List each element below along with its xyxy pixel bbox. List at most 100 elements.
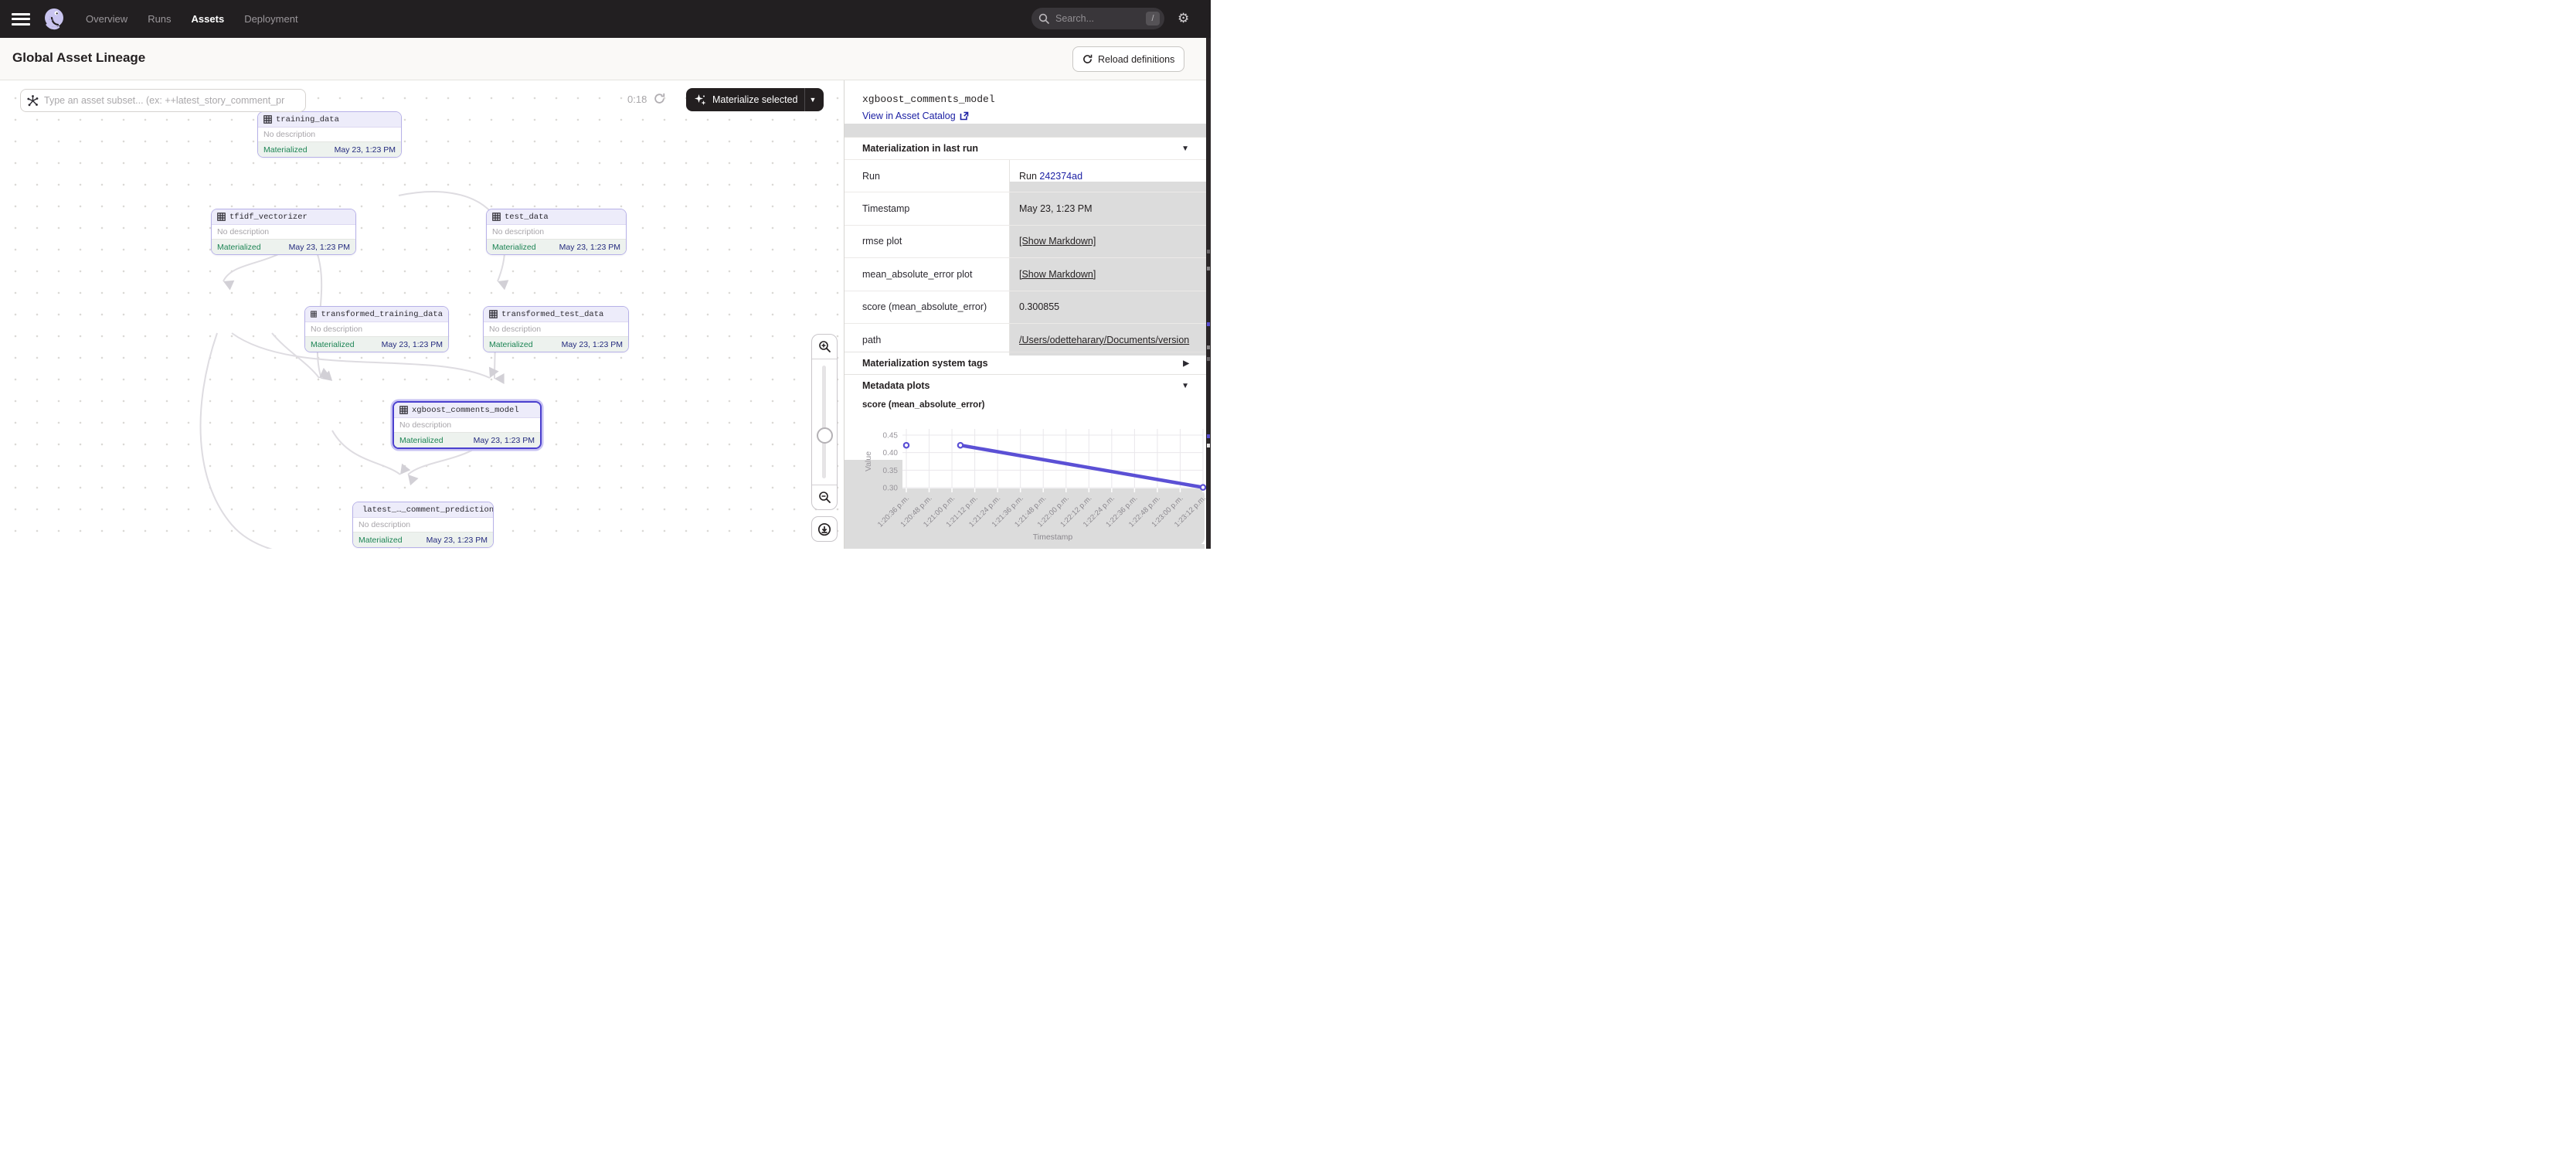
nav-tab-overview[interactable]: Overview [86, 13, 127, 25]
materialize-dropdown-caret[interactable]: ▼ [805, 96, 820, 104]
asset-node-transformed_training_data[interactable]: transformed_training_data No description M… [304, 306, 449, 352]
highlight-band [845, 124, 1207, 137]
path-link[interactable]: /Users/odetteharary/Documents/version [1019, 335, 1189, 345]
table-icon [263, 115, 272, 124]
asset-node-footer: MaterializedMay 23, 1:23 PM [258, 141, 401, 157]
materialization-timestamp: May 23, 1:23 PM [562, 340, 623, 349]
minimap-scrollbar[interactable] [1206, 38, 1211, 549]
table-icon [492, 213, 501, 221]
metadata-label: Timestamp [845, 192, 1009, 224]
page-header: Global Asset Lineage Reload definitions [0, 38, 1211, 80]
download-graph-button[interactable] [811, 516, 838, 542]
asset-node-test_data[interactable]: test_dataNo description Materialized May 2… [486, 209, 627, 255]
section-materialization-in-last-run[interactable]: Materialization in last run ▼ [845, 137, 1207, 159]
nav-tab-deployment[interactable]: Deployment [244, 13, 297, 25]
asset-node-footer: Materialized May 23, 1:23 PM [394, 432, 540, 447]
asset-description: No description [212, 225, 355, 239]
asset-node-footer: Materialized May 23, 1:23 PM [487, 239, 626, 254]
asset-node-transformed_test_data[interactable]: transformed_test_dataNo descriptionMater… [483, 306, 629, 352]
refresh-icon [1082, 54, 1093, 64]
status-badge: Materialized [492, 243, 536, 252]
metadata-row-path: path/Users/odetteharary/Documents/versio… [845, 323, 1207, 356]
metadata-value: 0.300855 [1009, 291, 1207, 323]
asset-name: transformed_test_data [501, 310, 603, 319]
search-input[interactable]: Search... / [1031, 8, 1164, 29]
search-shortcut-badge: / [1146, 12, 1160, 26]
materialization-table: RunRun 242374adTimestampMay 23, 1:23 PMr… [845, 159, 1207, 356]
asset-node-footer: MaterializedMay 23, 1:23 PM [484, 336, 628, 352]
materialization-timestamp: May 23, 1:23 PM [559, 243, 620, 252]
asset-description: No description [353, 518, 493, 532]
nav-tabs: Overview Runs Assets Deployment [86, 13, 298, 25]
data-point[interactable] [904, 443, 909, 447]
x-axis-label: Timestamp [1033, 532, 1073, 542]
metadata-row-rmse-plot: rmse plot [Show Markdown] [845, 225, 1207, 257]
search-icon [1038, 13, 1049, 24]
sparkles-icon [694, 94, 707, 107]
zoom-slider-track[interactable] [822, 366, 826, 478]
show-markdown-link[interactable]: [Show Markdown] [1019, 236, 1096, 247]
materialization-timestamp: May 23, 1:23 PM [427, 536, 488, 545]
data-point[interactable] [958, 443, 963, 447]
zoom-out-button[interactable] [812, 485, 837, 509]
asset-node-xgboost_comments_model[interactable]: xgboost_comments_modelNo descriptionMate… [393, 401, 542, 449]
metadata-value: [Show Markdown] [1009, 258, 1207, 290]
asset-detail-panel: xgboost_comments_model View in Asset Cat… [844, 80, 1207, 549]
status-badge: Materialized [311, 340, 355, 349]
materialization-timestamp: May 23, 1:23 PM [382, 340, 443, 349]
asset-name: latest_…_comment_predictions [362, 505, 494, 515]
show-markdown-link[interactable]: [Show Markdown] [1019, 269, 1096, 280]
materialize-selected-button[interactable]: Materialize selected ▼ [686, 88, 824, 111]
chevron-down-icon: ▼ [1181, 382, 1189, 390]
metadata-row-timestamp: TimestampMay 23, 1:23 PM [845, 192, 1207, 224]
asset-graph-icon [27, 95, 39, 107]
asset-node-header: transformed_test_data [484, 307, 628, 322]
asset-node-header: transformed_training_data [305, 307, 448, 322]
y-axis-label: Value [864, 451, 873, 471]
zoom-in-button[interactable] [812, 335, 837, 359]
asset-description: No description [305, 322, 448, 336]
materialization-timestamp: May 23, 1:23 PM [335, 145, 396, 155]
data-point[interactable] [1201, 485, 1205, 489]
table-icon [489, 310, 498, 318]
metadata-value: May 23, 1:23 PM [1009, 192, 1207, 224]
asset-graph-canvas[interactable]: training_data No description Materialized M… [0, 80, 844, 549]
refresh-graph-icon[interactable] [654, 93, 665, 104]
asset-description: No description [394, 418, 540, 432]
chevron-down-icon: ▼ [1181, 145, 1189, 153]
metadata-label: rmse plot [845, 226, 1009, 257]
section-materialization-system-tags[interactable]: Materialization system tags ▶ [845, 352, 1207, 374]
minimap-mark [1207, 434, 1210, 438]
panel-asset-name: xgboost_comments_model [862, 94, 995, 105]
metadata-label: score (mean_absolute_error) [845, 291, 1009, 323]
asset-filter-input[interactable]: Type an asset subset... (ex: ++latest_st… [20, 89, 306, 112]
refresh-timer: 0:18 [627, 94, 647, 105]
svg-text:0.45: 0.45 [883, 432, 899, 441]
view-in-asset-catalog-link[interactable]: View in Asset Catalog [862, 111, 969, 121]
asset-node-latest_…_comment_predictions[interactable]: latest_…_comment_predictions No descripti… [352, 502, 494, 548]
status-badge: Materialized [217, 243, 261, 252]
materialization-timestamp: May 23, 1:23 PM [474, 436, 535, 445]
section-metadata-plots[interactable]: Metadata plots ▼ [845, 374, 1207, 396]
status-badge: Materialized [399, 436, 443, 445]
dagster-logo[interactable] [41, 6, 67, 32]
hamburger-menu-icon[interactable] [12, 13, 30, 26]
asset-node-training_data[interactable]: training_dataNo descriptionMaterializedM… [257, 111, 402, 158]
asset-name: xgboost_comments_model [412, 406, 519, 415]
nav-tab-assets[interactable]: Assets [192, 13, 225, 25]
svg-text:0.30: 0.30 [883, 485, 899, 493]
metadata-row-mean-absolute-error-plot: mean_absolute_error plot[Show Markdown] [845, 257, 1207, 290]
asset-description: No description [487, 225, 626, 239]
table-icon [399, 406, 408, 414]
reload-definitions-button[interactable]: Reload definitions [1072, 46, 1184, 72]
asset-name: transformed_training_data [321, 310, 443, 319]
asset-node-tfidf_vectorizer[interactable]: tfidf_vectorizerNo descriptionMaterializ… [211, 209, 356, 255]
metadata-row-score-mean-absolute-error-: score (mean_absolute_error)0.300855 [845, 291, 1207, 323]
run-id-link[interactable]: 242374ad [1039, 171, 1082, 182]
download-icon [817, 522, 831, 536]
asset-name: training_data [276, 115, 339, 124]
zoom-slider-handle[interactable] [817, 427, 833, 444]
gear-icon[interactable]: ⚙ [1178, 12, 1189, 25]
nav-tab-runs[interactable]: Runs [148, 13, 171, 25]
asset-node-header: test_data [487, 209, 626, 225]
